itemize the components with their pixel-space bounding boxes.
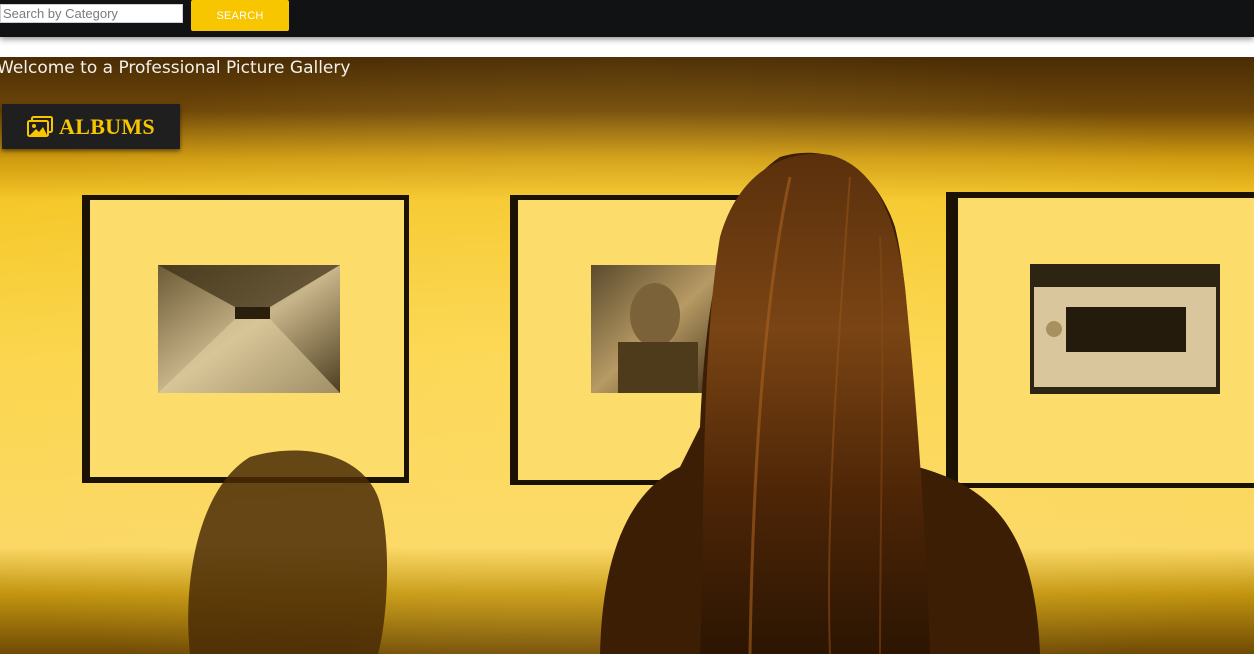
images-icon [27,115,54,138]
top-navbar: SEARCH [0,0,1254,37]
search-input[interactable] [0,4,183,23]
welcome-heading: Welcome to a Professional Picture Galler… [0,58,351,78]
albums-button[interactable]: ALBUMS [2,104,180,149]
gallery-background-image [0,57,1254,654]
search-button[interactable]: SEARCH [191,0,289,31]
albums-button-label: ALBUMS [59,113,155,139]
hero-banner: Welcome to a Professional Picture Galler… [0,57,1254,654]
